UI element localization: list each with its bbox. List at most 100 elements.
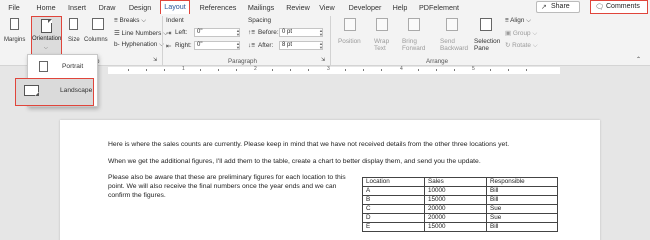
spinner-icon[interactable]: ▲ ▼ xyxy=(319,29,323,37)
table-cell[interactable]: Bill xyxy=(486,222,558,232)
margins-label: Margins xyxy=(4,37,26,43)
position-label: Position xyxy=(338,38,361,45)
wrap-text-label: Wrap Text xyxy=(374,38,390,52)
line-numbers-button[interactable]: ☰ Line Numbers ⌵ xyxy=(114,29,168,38)
columns-button[interactable]: Columns xyxy=(84,18,112,54)
landscape-icon xyxy=(24,85,39,96)
tab-home[interactable]: Home xyxy=(35,2,57,13)
tab-design[interactable]: Design xyxy=(127,2,153,13)
table-cell[interactable]: 15000 xyxy=(424,195,487,205)
orientation-label: Orientation xyxy=(32,36,62,42)
table-cell[interactable]: 15000 xyxy=(424,222,487,232)
table-cell[interactable]: Sue xyxy=(486,213,558,223)
paragraph-3[interactable]: Please also be aware that these are prel… xyxy=(108,173,358,200)
indent-right-input[interactable]: 0" xyxy=(194,41,240,50)
ruler-tick xyxy=(418,69,419,71)
ruler-tick xyxy=(308,69,309,71)
tab-insert[interactable]: Insert xyxy=(66,2,88,13)
comment-icon: 🗨 xyxy=(595,4,604,11)
ruler-tick xyxy=(526,69,527,71)
tab-layout[interactable]: Layout xyxy=(160,0,190,14)
table-header-cell[interactable]: Location xyxy=(362,177,425,187)
table-cell[interactable]: E xyxy=(362,222,425,232)
chevron-down-icon: ⌵ xyxy=(44,45,48,51)
collapse-ribbon-icon[interactable]: ⌃ xyxy=(636,56,641,63)
spacing-before-input[interactable]: 0 pt xyxy=(279,28,323,37)
menu-item-portrait[interactable]: Portrait xyxy=(28,57,97,77)
dialog-launcher-icon[interactable]: ⇲ xyxy=(321,57,325,63)
sales-table[interactable]: Location Sales Responsible A 10000 Bill … xyxy=(362,177,558,232)
spacing-after-input[interactable]: 8 pt xyxy=(279,41,323,50)
tab-view[interactable]: View xyxy=(317,2,337,13)
tab-mailings[interactable]: Mailings xyxy=(245,2,277,13)
rotate-label: Rotate xyxy=(512,42,531,49)
indent-left-input[interactable]: 0" xyxy=(194,28,240,37)
chevron-down-icon: ⌵ xyxy=(526,17,532,24)
indent-left-icon: ⇥ xyxy=(166,30,172,37)
share-button[interactable]: ↗ Share xyxy=(536,1,580,13)
table-cell[interactable]: Bill xyxy=(486,186,558,196)
tab-draw[interactable]: Draw xyxy=(98,2,116,13)
tab-review[interactable]: Review xyxy=(286,2,310,13)
tab-developer[interactable]: Developer xyxy=(346,2,384,13)
ruler-tick xyxy=(200,69,201,71)
menu-item-landscape[interactable]: Landscape xyxy=(15,78,94,106)
ruler-number: 1 xyxy=(182,66,185,72)
dialog-launcher-icon[interactable]: ⇲ xyxy=(153,57,157,63)
ruler-tick xyxy=(508,69,509,71)
share-icon: ↗ xyxy=(541,4,547,11)
ruler-tick xyxy=(128,69,129,71)
table-cell[interactable]: 20000 xyxy=(424,213,487,223)
size-button[interactable]: Size xyxy=(66,18,82,54)
send-backward-label: Send Backward xyxy=(440,38,469,52)
table-cell[interactable]: Sue xyxy=(486,204,558,214)
spinner-icon[interactable]: ▲ ▼ xyxy=(319,42,323,50)
table-cell[interactable]: 20000 xyxy=(424,204,487,214)
ruler-number: 5 xyxy=(472,66,475,72)
group-button[interactable]: ▣ Group ⌵ xyxy=(505,29,537,38)
spacing-before-label: Before: xyxy=(258,29,279,36)
tab-references[interactable]: References xyxy=(198,2,238,13)
margins-button[interactable]: Margins xyxy=(4,18,28,54)
comments-button[interactable]: 🗨 Comments xyxy=(590,0,648,14)
breaks-button[interactable]: ≡ Breaks ⌵ xyxy=(114,17,146,25)
columns-label: Columns xyxy=(84,37,108,43)
ruler-tick xyxy=(490,69,491,71)
table-row: A 10000 Bill xyxy=(362,186,558,196)
chevron-down-icon: ⌵ xyxy=(141,17,147,24)
spinner-icon[interactable]: ▲ ▼ xyxy=(236,42,240,50)
tab-file[interactable]: File xyxy=(6,2,22,13)
spinner-icon[interactable]: ▲ ▼ xyxy=(236,29,240,37)
paragraph-1[interactable]: Here is where the sales counts are curre… xyxy=(108,140,608,149)
hyphenation-button[interactable]: b‐ Hyphenation ⌵ xyxy=(114,41,164,49)
ruler-tick xyxy=(218,69,219,71)
position-icon xyxy=(344,18,356,31)
chevron-down-icon: ⌵ xyxy=(532,42,538,49)
ruler-tick xyxy=(272,69,273,71)
table-cell[interactable]: A xyxy=(362,186,425,196)
ruler-tick xyxy=(381,69,382,71)
tab-pdfelement[interactable]: PDFelement xyxy=(418,2,460,13)
line-numbers-label: Line Numbers xyxy=(121,30,162,37)
chevron-down-icon: ⌵ xyxy=(532,30,538,37)
group-label: Group xyxy=(512,30,531,37)
landscape-label: Landscape xyxy=(60,87,93,94)
table-cell[interactable]: D xyxy=(362,213,425,223)
rotate-button[interactable]: ↻ Rotate ⌵ xyxy=(505,41,538,50)
table-row: E 15000 Bill xyxy=(362,222,558,232)
table-cell[interactable]: B xyxy=(362,195,425,205)
paragraph-2[interactable]: When we get the additional figures, I'll… xyxy=(108,157,608,166)
align-button[interactable]: ≡ Align ⌵ xyxy=(505,17,531,25)
table-header-cell[interactable]: Sales xyxy=(424,177,487,187)
indent-left-value: 0" xyxy=(197,29,203,35)
tab-help[interactable]: Help xyxy=(392,2,408,13)
table-row: C 20000 Sue xyxy=(362,204,558,214)
orientation-button[interactable]: Orientation ⌵ xyxy=(31,16,62,55)
table-header-cell[interactable]: Responsible xyxy=(486,177,558,187)
table-cell[interactable]: C xyxy=(362,204,425,214)
table-cell[interactable]: Bill xyxy=(486,195,558,205)
comments-label: Comments xyxy=(606,3,640,10)
table-cell[interactable]: 10000 xyxy=(424,186,487,196)
divider xyxy=(330,16,331,66)
size-label: Size xyxy=(68,37,80,43)
